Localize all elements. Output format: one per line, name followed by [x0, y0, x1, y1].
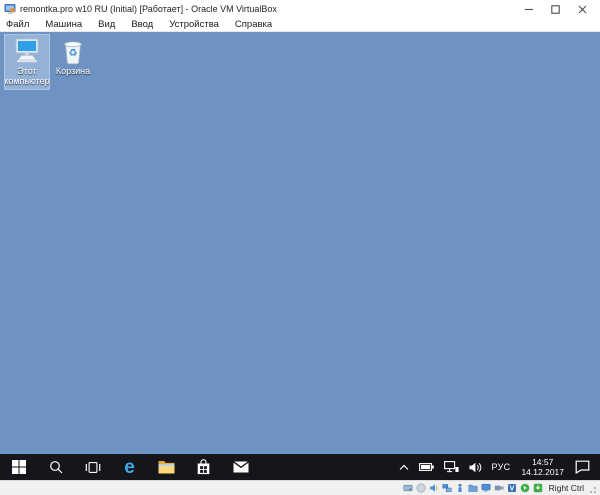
language-indicator[interactable]: РУС [487, 454, 516, 480]
store-icon [197, 459, 210, 475]
minimize-icon [524, 4, 534, 14]
task-view-button[interactable] [74, 454, 111, 480]
file-explorer-icon [158, 460, 175, 474]
window-controls [515, 0, 596, 18]
usb-icon[interactable] [455, 483, 466, 494]
menu-item-devices[interactable]: Устройства [161, 18, 227, 31]
search-button[interactable] [37, 454, 74, 480]
svg-text:V: V [510, 486, 515, 493]
close-button[interactable] [569, 0, 596, 18]
keyboard-capture-icon[interactable] [533, 483, 544, 494]
edge-icon: e [124, 458, 135, 477]
menu-item-view[interactable]: Вид [90, 18, 123, 31]
video-capture-icon[interactable] [494, 483, 505, 494]
optical-drives-icon[interactable] [416, 483, 427, 494]
audio-icon[interactable] [429, 483, 440, 494]
system-tray: РУС 14:57 14.12.2017 [394, 454, 600, 480]
tray-date: 14.12.2017 [521, 467, 564, 477]
virtualbox-window: remontka.pro w10 RU (Initial) [Работает]… [0, 0, 600, 495]
search-icon [49, 460, 63, 474]
vm-window-icon [4, 3, 16, 15]
title-bar[interactable]: remontka.pro w10 RU (Initial) [Работает]… [0, 0, 600, 18]
menu-bar: Файл Машина Вид Ввод Устройства Справка [0, 18, 600, 32]
desktop-icon-label: Корзина [56, 66, 90, 76]
display-icon[interactable] [481, 483, 492, 494]
network-button[interactable] [439, 454, 464, 480]
minimize-button[interactable] [515, 0, 542, 18]
mail-button[interactable] [222, 454, 259, 480]
vm-desktop[interactable]: Этот компьютер ♻ Корзина [0, 32, 600, 454]
network-adapters-icon[interactable] [442, 483, 453, 494]
desktop-icon-recycle-bin[interactable]: ♻ Корзина [51, 35, 95, 78]
maximize-button[interactable] [542, 0, 569, 18]
mail-icon [233, 461, 249, 473]
vbox-status-bar: V Right Ctrl [0, 480, 600, 495]
maximize-icon [551, 5, 560, 14]
menu-item-help[interactable]: Справка [227, 18, 280, 31]
menu-item-input[interactable]: Ввод [123, 18, 161, 31]
windows-taskbar: e РУС [0, 454, 600, 480]
windows-logo-icon [12, 460, 26, 474]
this-pc-icon [12, 37, 42, 65]
shared-folders-icon[interactable] [468, 483, 479, 494]
mouse-integration-icon[interactable] [520, 483, 531, 494]
action-center-icon [575, 460, 590, 474]
desktop-icon-this-pc[interactable]: Этот компьютер [5, 35, 49, 89]
svg-text:♻: ♻ [69, 48, 78, 59]
window-title: remontka.pro w10 RU (Initial) [Работает]… [20, 4, 277, 14]
file-explorer-button[interactable] [148, 454, 185, 480]
resize-grip[interactable] [588, 483, 597, 494]
close-icon [578, 5, 587, 14]
tray-time: 14:57 [532, 457, 553, 467]
taskbar-clock[interactable]: 14:57 14.12.2017 [515, 457, 570, 477]
hidden-icons-button[interactable] [394, 454, 414, 480]
edge-button[interactable]: e [111, 454, 148, 480]
volume-button[interactable] [464, 454, 487, 480]
battery-button[interactable] [414, 454, 439, 480]
host-key-indicator: Right Ctrl [549, 483, 584, 493]
store-button[interactable] [185, 454, 222, 480]
recycle-bin-icon: ♻ [58, 37, 88, 65]
hard-disks-icon[interactable] [403, 483, 414, 494]
network-icon [444, 461, 459, 473]
desktop-icon-label: Этот компьютер [4, 66, 49, 87]
features-icon[interactable]: V [507, 483, 518, 494]
menu-item-file[interactable]: Файл [0, 18, 37, 31]
menu-item-machine[interactable]: Машина [37, 18, 90, 31]
volume-icon [469, 462, 482, 473]
chevron-up-icon [399, 464, 409, 471]
battery-icon [419, 462, 434, 472]
task-view-icon [85, 461, 101, 474]
start-button[interactable] [0, 454, 37, 480]
action-center-button[interactable] [570, 454, 595, 480]
taskbar-buttons: e [0, 454, 259, 480]
